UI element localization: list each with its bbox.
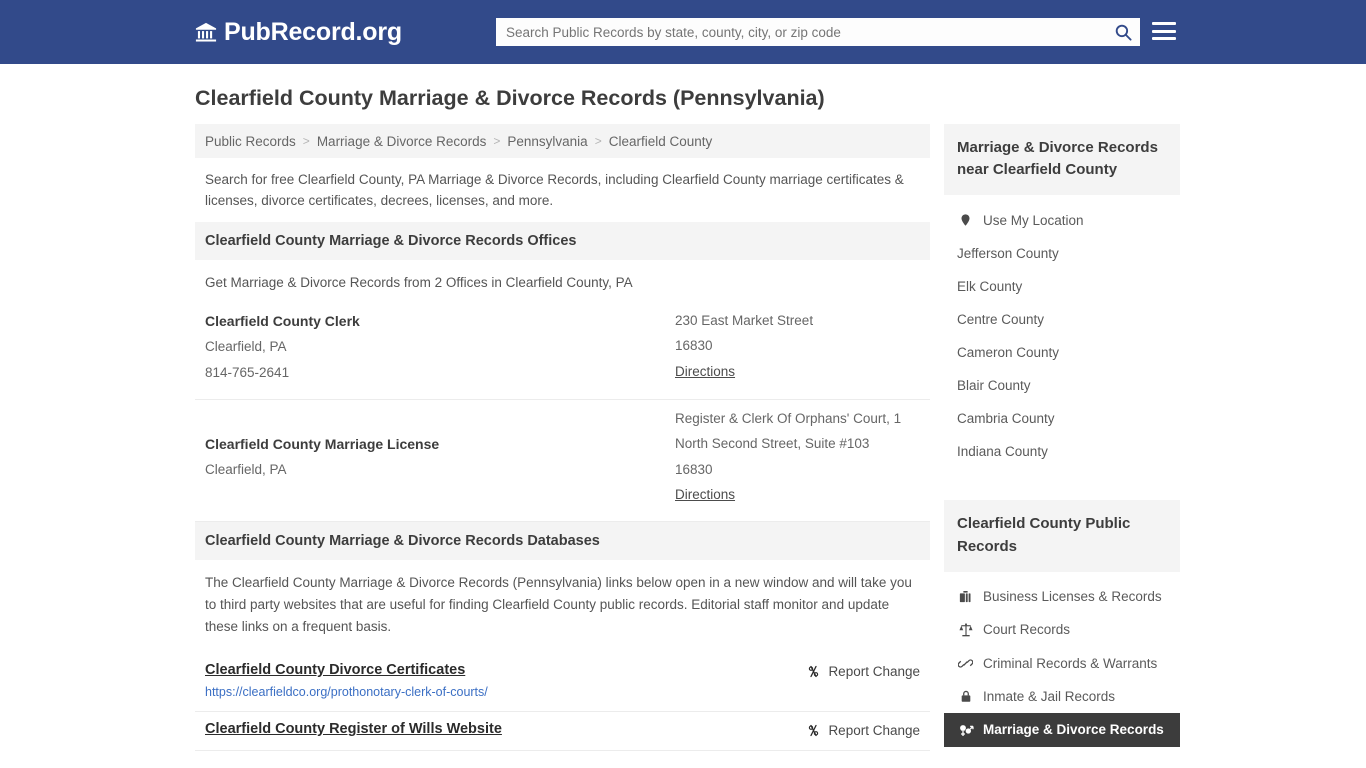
- nearby-panel-heading: Marriage & Divorce Records near Clearfie…: [944, 124, 1180, 196]
- office-name: Clearfield County Marriage License: [205, 435, 440, 452]
- use-my-location-label: Use My Location: [983, 212, 1084, 228]
- nearby-county-label: Elk County: [957, 279, 1023, 295]
- office-row: Clearfield County Marriage License Clear…: [195, 400, 930, 523]
- main-content: Public Records > Marriage & Divorce Reco…: [195, 124, 930, 752]
- sidebar: Marriage & Divorce Records near Clearfie…: [944, 124, 1180, 757]
- sidebar-item-label: Court Records: [983, 622, 1071, 638]
- report-change-button[interactable]: Report Change: [806, 723, 920, 738]
- office-row: Clearfield County Clerk Clearfield, PA 8…: [195, 302, 930, 400]
- sidebar-item-elk-county[interactable]: Elk County: [944, 270, 1180, 303]
- records-panel-heading: Clearfield County Public Records: [944, 500, 1180, 572]
- office-name: Clearfield County Clerk: [205, 312, 360, 329]
- search-input[interactable]: [496, 18, 1106, 46]
- database-link-title[interactable]: Clearfield County Register of Wills Webs…: [205, 721, 502, 737]
- search-bar: [496, 18, 1140, 46]
- use-my-location-item[interactable]: Use My Location: [944, 203, 1180, 237]
- sidebar-item-label: Marriage & Divorce Records: [983, 722, 1164, 738]
- scales-of-justice-icon: [957, 622, 974, 638]
- sidebar-item-label: Business Licenses & Records: [983, 588, 1162, 604]
- database-link-title[interactable]: Clearfield County Divorce Certificates: [205, 662, 465, 678]
- search-icon: [1114, 23, 1133, 42]
- breadcrumb-item-marriage-divorce-records[interactable]: Marriage & Divorce Records: [317, 134, 487, 149]
- breadcrumb-separator: >: [302, 134, 310, 148]
- sidebar-item-marriage-divorce-records[interactable]: Marriage & Divorce Records: [944, 712, 1180, 747]
- breadcrumb-item-public-records[interactable]: Public Records: [205, 134, 296, 149]
- sidebar-item-label: Criminal Records & Warrants: [983, 655, 1158, 671]
- map-pin-icon: [957, 212, 974, 228]
- sidebar-item-court-records[interactable]: Court Records: [944, 613, 1180, 647]
- search-button[interactable]: [1106, 18, 1140, 46]
- nearby-county-label: Jefferson County: [957, 246, 1059, 262]
- offices-section-subheading: Get Marriage & Divorce Records from 2 Of…: [205, 274, 633, 290]
- site-header: PubRecord.org: [0, 0, 1366, 64]
- office-directions-link[interactable]: Directions: [675, 482, 920, 507]
- briefcase-icon: [957, 589, 974, 604]
- databases-section-heading: Clearfield County Marriage & Divorce Rec…: [195, 522, 930, 561]
- office-city-state: Clearfield, PA: [205, 339, 287, 355]
- report-change-button[interactable]: Report Change: [806, 664, 920, 679]
- sidebar-item-blair-county[interactable]: Blair County: [944, 369, 1180, 402]
- lock-icon: [957, 689, 974, 704]
- sidebar-item-label: Inmate & Jail Records: [983, 688, 1116, 704]
- breadcrumb: Public Records > Marriage & Divorce Reco…: [195, 124, 930, 158]
- nearby-county-label: Cameron County: [957, 345, 1060, 361]
- venus-mars-icon: [957, 722, 974, 738]
- sidebar-item-centre-county[interactable]: Centre County: [944, 303, 1180, 336]
- office-left-column: Clearfield County Clerk Clearfield, PA 8…: [205, 308, 675, 385]
- nearby-county-list: Use My Location Jefferson County Elk Cou…: [944, 195, 1180, 478]
- sidebar-item-jefferson-county[interactable]: Jefferson County: [944, 237, 1180, 270]
- sidebar-item-cameron-county[interactable]: Cameron County: [944, 336, 1180, 369]
- database-link-row: Clearfield County Register of Wills Webs…: [195, 712, 930, 752]
- office-directions-link[interactable]: Directions: [675, 359, 920, 384]
- handcuffs-icon: [957, 656, 974, 671]
- page-title: Clearfield County Marriage & Divorce Rec…: [195, 86, 825, 110]
- breadcrumb-separator: >: [493, 134, 501, 148]
- hamburger-menu-icon[interactable]: [1152, 20, 1176, 42]
- sidebar-item-business-licenses[interactable]: Business Licenses & Records: [944, 580, 1180, 613]
- report-change-label: Report Change: [828, 723, 920, 739]
- site-logo[interactable]: PubRecord.org: [195, 18, 402, 47]
- nearby-county-label: Indiana County: [957, 444, 1048, 460]
- sidebar-item-inmate-jail-records[interactable]: Inmate & Jail Records: [944, 680, 1180, 713]
- bank-building-icon: [195, 21, 217, 43]
- database-link-url[interactable]: https://clearfieldco.org/prothonotary-cl…: [205, 685, 920, 699]
- sidebar-item-indiana-county[interactable]: Indiana County: [944, 435, 1180, 468]
- sidebar-item-cambria-county[interactable]: Cambria County: [944, 402, 1180, 435]
- office-zip: 16830: [675, 338, 713, 354]
- content-columns: Public Records > Marriage & Divorce Reco…: [195, 124, 1366, 757]
- nearby-county-label: Cambria County: [957, 411, 1055, 427]
- office-phone: 814-765-2641: [205, 364, 290, 380]
- databases-note: The Clearfield County Marriage & Divorce…: [205, 575, 912, 634]
- sidebar-item-criminal-records[interactable]: Criminal Records & Warrants: [944, 647, 1180, 680]
- nearby-county-label: Blair County: [957, 378, 1031, 394]
- nearby-county-label: Centre County: [957, 312, 1045, 328]
- office-address: Register & Clerk Of Orphans' Court, 1 No…: [675, 410, 902, 452]
- broken-link-icon: [806, 723, 821, 738]
- office-left-column: Clearfield County Marriage License Clear…: [205, 431, 675, 483]
- office-address: 230 East Market Street: [675, 312, 814, 328]
- breadcrumb-item-clearfield-county[interactable]: Clearfield County: [609, 134, 713, 149]
- office-zip: 16830: [675, 461, 713, 477]
- intro-paragraph: Search for free Clearfield County, PA Ma…: [205, 172, 904, 208]
- report-change-label: Report Change: [828, 664, 920, 680]
- public-records-list: Business Licenses & Records Court Record…: [944, 572, 1180, 757]
- page-body: Clearfield County Marriage & Divorce Rec…: [0, 64, 1366, 757]
- logo-text: PubRecord.org: [224, 17, 402, 46]
- broken-link-icon: [806, 664, 821, 679]
- office-right-column: Register & Clerk Of Orphans' Court, 1 No…: [675, 406, 920, 508]
- breadcrumb-item-pennsylvania[interactable]: Pennsylvania: [507, 134, 587, 149]
- office-right-column: 230 East Market Street 16830 Directions: [675, 308, 920, 385]
- database-link-row: Clearfield County Divorce Certificates h…: [195, 653, 930, 713]
- offices-section-heading: Clearfield County Marriage & Divorce Rec…: [195, 221, 930, 260]
- office-city-state: Clearfield, PA: [205, 462, 287, 478]
- breadcrumb-separator: >: [594, 134, 602, 148]
